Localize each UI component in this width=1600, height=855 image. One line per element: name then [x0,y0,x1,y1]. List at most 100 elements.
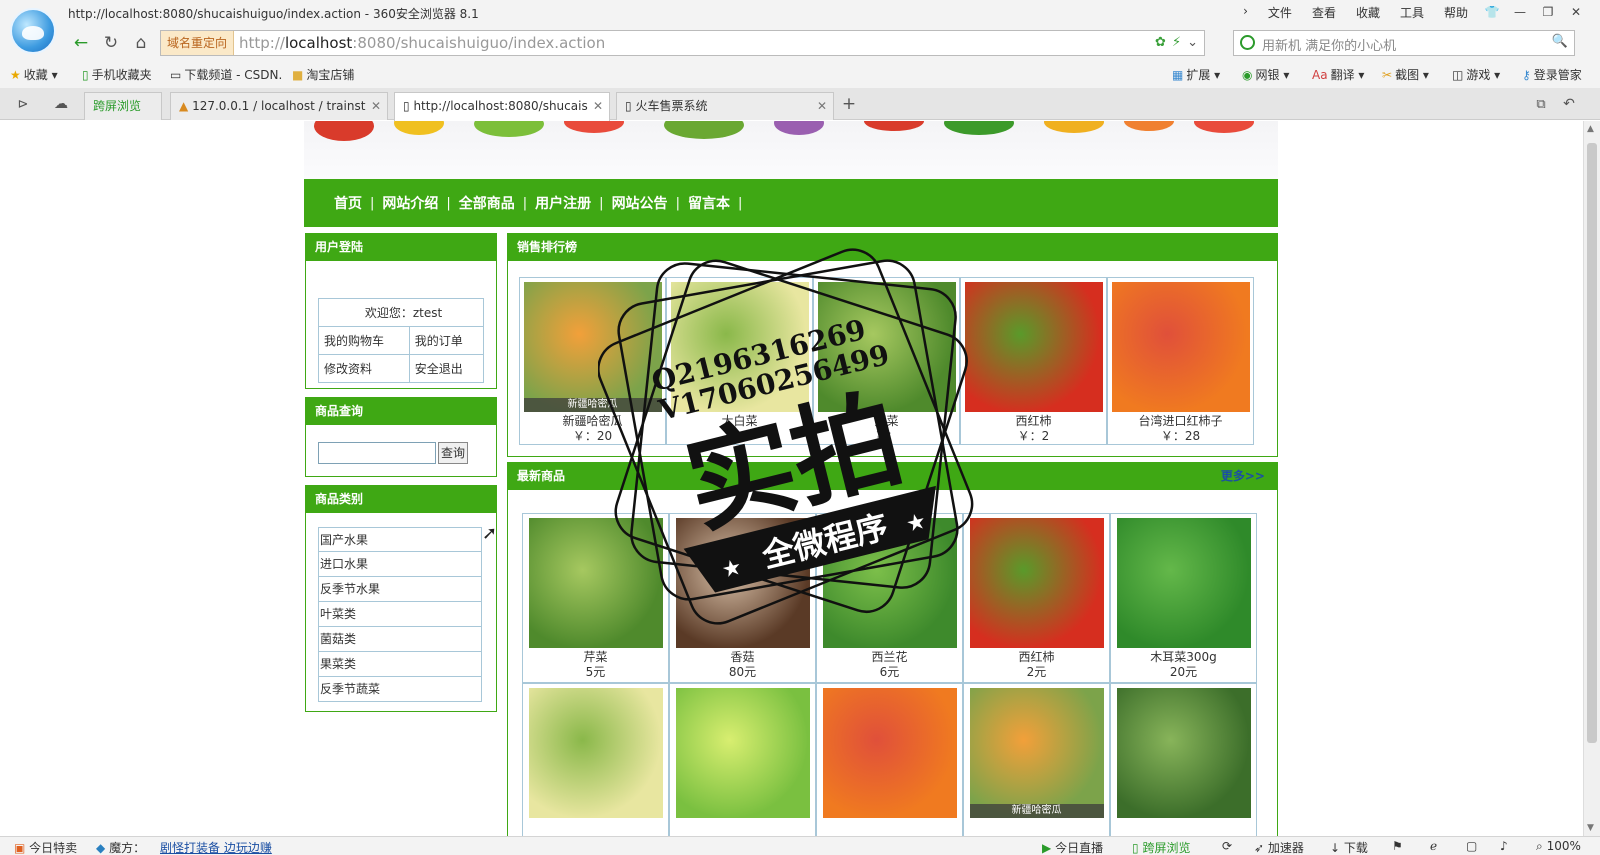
product-name[interactable]: 大白菜 [667,414,812,429]
product-name[interactable]: 芹菜 [814,414,959,429]
product-image[interactable] [528,688,663,818]
product-name[interactable]: 台湾进口红柿子 [1108,414,1253,429]
refresh-icon[interactable]: ↻ [100,32,122,54]
window-icon[interactable]: ▢ [1466,839,1477,853]
product-card[interactable]: 大白菜 ￥：9 [666,277,813,445]
product-image[interactable] [1116,688,1251,818]
product-card[interactable]: 西红柿 ￥：2 [960,277,1107,445]
live-link[interactable]: ▶ 今日直播 [1042,839,1103,855]
maximize-button[interactable]: ❐ [1534,2,1562,22]
nav-home[interactable]: 首页 [334,193,362,213]
product-name[interactable]: 木耳菜300g [1111,650,1256,665]
product-image[interactable] [817,282,956,412]
product-card[interactable]: 西兰花 6元 [816,513,963,683]
product-card[interactable] [669,683,816,836]
tab-train[interactable]: ▯ 火车售票系统 ✕ [616,92,834,120]
product-image[interactable] [822,518,957,648]
nav-all-products[interactable]: 全部商品 [459,193,515,213]
nav-about[interactable]: 网站介绍 [382,193,438,213]
new-tab-button[interactable]: + [838,93,860,115]
menu-view[interactable]: 查看 [1312,4,1336,21]
tab-current[interactable]: ▯ http://localhost:8080/shucais ✕ [394,92,610,121]
category-item[interactable]: 叶菜类 [319,602,481,627]
menu-tools[interactable]: 工具 [1400,4,1424,21]
ext-extensions[interactable]: ▦ 扩展 ▾ [1172,66,1220,83]
search-input[interactable]: 用新机 满足你的小心机 [1262,35,1396,54]
product-image[interactable]: 新疆哈密瓜 [523,282,662,412]
product-card[interactable] [816,683,963,836]
product-image[interactable] [969,518,1104,648]
chevron-right-icon[interactable]: › [1243,4,1248,21]
product-card[interactable]: 芹菜 5元 [522,513,669,683]
category-item[interactable]: 进口水果 [319,552,481,577]
ext-login-manager[interactable]: ⚷ 登录管家 [1522,66,1582,83]
product-card[interactable]: 新疆哈密瓜 新疆哈密瓜 ￥：20 [519,277,666,445]
menu-favorites[interactable]: 收藏 [1356,4,1380,21]
product-card[interactable] [1110,683,1257,836]
minimize-button[interactable]: — [1506,2,1534,22]
product-name[interactable]: 西红柿 [964,650,1109,665]
daily-sale-link[interactable]: ▣ 今日特卖 [14,839,77,855]
cart-link[interactable]: 我的购物车 [318,326,410,355]
product-card[interactable]: 木耳菜300g 20元 [1110,513,1257,683]
product-image[interactable] [964,282,1103,412]
download-link[interactable]: ↓ 下载 [1330,839,1368,855]
zoom-level[interactable]: ⌕ 100% [1536,839,1581,854]
nav-register[interactable]: 用户注册 [535,193,591,213]
skin-icon[interactable]: 👕 [1478,2,1506,22]
product-name[interactable]: 芹菜 [523,650,668,665]
product-card[interactable]: 香菇 80元 [669,513,816,683]
restore-tabs-icon[interactable]: ⧉ [1530,93,1552,115]
cloud-icon[interactable]: ☁ [50,93,72,115]
sidebar-toggle-icon[interactable]: ⊳ [12,93,34,115]
product-card[interactable]: 芹菜 ￥： [813,277,960,445]
address-bar[interactable]: 域名重定向 http://localhost:8080/shucaishuigu… [160,30,1205,56]
scroll-up-icon[interactable]: ▲ [1587,124,1594,134]
product-image[interactable] [1116,518,1251,648]
ext-screenshot[interactable]: ✂ 截图 ▾ [1382,66,1429,83]
category-item[interactable]: 反季节蔬菜 [319,677,481,702]
product-card[interactable]: 新疆哈密瓜 [963,683,1110,836]
nav-notice[interactable]: 网站公告 [612,193,668,213]
category-item[interactable]: 菌菇类 [319,627,481,652]
split-view-link[interactable]: ▯ 跨屏浏览 [1132,839,1190,855]
product-name[interactable]: 西兰花 [817,650,962,665]
fav-mobile[interactable]: ▯ 手机收藏夹 [82,66,152,83]
refresh-status-icon[interactable]: ⟳ [1222,839,1232,853]
product-search-input[interactable] [318,442,436,464]
more-link[interactable]: 更多>> [1221,463,1265,490]
undo-close-icon[interactable]: ↶ [1558,93,1580,115]
product-image[interactable] [675,688,810,818]
product-image[interactable] [822,688,957,818]
favorites-menu[interactable]: ★ 收藏 ▾ [10,66,58,83]
back-icon[interactable]: ← [70,32,92,54]
fav-taobao[interactable]: ■ 淘宝店铺 [292,66,354,83]
scroll-down-icon[interactable]: ▼ [1587,823,1594,833]
orders-link[interactable]: 我的订单 [408,326,485,355]
ext-bank[interactable]: ◉ 网银 ▾ [1242,66,1289,83]
product-name[interactable]: 新疆哈密瓜 [520,414,665,429]
category-item[interactable]: 果菜类 [319,652,481,677]
product-card[interactable]: 台湾进口红柿子 ￥：28 [1107,277,1254,445]
product-image[interactable] [670,282,809,412]
category-item[interactable]: 国产水果 [319,527,481,552]
edit-profile-link[interactable]: 修改资料 [318,354,410,383]
product-name[interactable]: 香菇 [670,650,815,665]
menu-help[interactable]: 帮助 [1444,4,1468,21]
security-icon[interactable]: ✿ [1155,35,1166,50]
ext-games[interactable]: ◫ 游戏 ▾ [1452,66,1500,83]
tab-split-view[interactable]: 跨屏浏览 [84,92,162,120]
product-image[interactable]: 新疆哈密瓜 [969,688,1104,818]
search-icon[interactable]: 🔍 [1552,34,1568,49]
product-card[interactable]: 西红柿 2元 [963,513,1110,683]
flag-icon[interactable]: ⚑ [1392,839,1403,853]
close-button[interactable]: ✕ [1562,2,1590,22]
speed-icon[interactable]: ⚡ [1172,35,1181,50]
url-text[interactable]: http://localhost:8080/shucaishuiguo/inde… [239,34,605,52]
ie-icon[interactable]: ℯ [1430,839,1437,853]
search-box[interactable]: 用新机 满足你的小心机 🔍 [1233,30,1575,56]
menu-file[interactable]: 文件 [1268,4,1292,21]
accelerator-link[interactable]: ➶ 加速器 [1254,839,1304,855]
sound-icon[interactable]: ♪ [1500,839,1508,853]
nav-guestbook[interactable]: 留言本 [688,193,730,213]
